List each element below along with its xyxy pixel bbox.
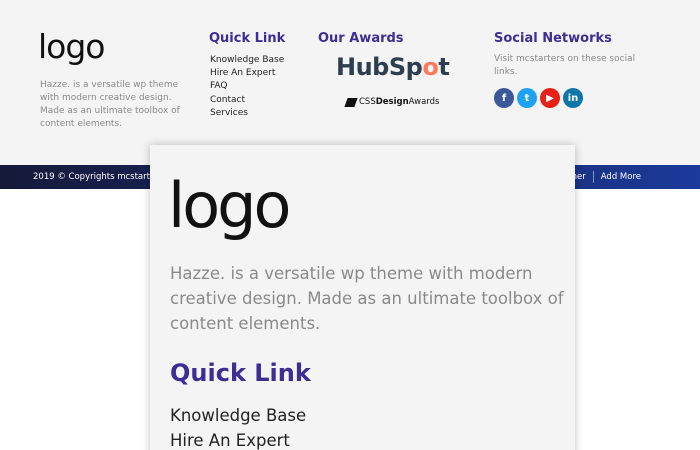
zoom-quick-link-title: Quick Link: [170, 359, 311, 387]
cssda-text-pre: CSS: [359, 97, 376, 107]
zoom-quick-link-hire-an-expert[interactable]: Hire An Expert: [170, 428, 306, 450]
zoom-about-text: Hazze. is a versatile wp theme with mode…: [170, 264, 564, 333]
quick-link-contact[interactable]: Contact: [210, 94, 284, 107]
facebook-icon[interactable]: f: [494, 88, 514, 108]
youtube-icon[interactable]: ▶: [540, 88, 560, 108]
quick-link-knowledge-base[interactable]: Knowledge Base: [210, 54, 284, 67]
add-more-link[interactable]: Add More: [592, 171, 648, 183]
quick-link-title: Quick Link: [209, 31, 286, 46]
quick-link-faq[interactable]: FAQ: [210, 80, 284, 93]
social-icons: f t ▶ in: [494, 88, 583, 108]
hubspot-logo-text-pre: HubSp: [336, 53, 423, 81]
social-networks-text: Visit mcstarters on these social links.: [494, 54, 636, 77]
footer: logo Hazze. is a versatile wp theme with…: [0, 0, 700, 165]
cssda-mark-icon: [344, 97, 358, 107]
cssda-text: CSSDesignAwards: [359, 96, 439, 108]
cssda-text-post: Awards: [408, 97, 440, 107]
zoom-quick-link-list: Knowledge Base Hire An Expert: [170, 403, 306, 450]
quick-link-hire-an-expert[interactable]: Hire An Expert: [210, 67, 284, 80]
footer-logo[interactable]: logo: [38, 30, 105, 63]
quick-link-services[interactable]: Services: [210, 107, 284, 120]
copyright-text: 2019 © Copyrights mcstarters.: [33, 172, 166, 182]
zoom-preview-panel: logo Hazze. is a versatile wp theme with…: [150, 145, 575, 450]
quick-link-list: Knowledge Base Hire An Expert FAQ Contac…: [210, 54, 284, 120]
hubspot-logo-text-post: t: [438, 53, 450, 81]
footer-about-text: Hazze. is a versatile wp theme with mode…: [40, 80, 180, 129]
awards-title: Our Awards: [318, 31, 404, 46]
zoom-quick-link-knowledge-base[interactable]: Knowledge Base: [170, 403, 306, 428]
social-networks-title: Social Networks: [494, 31, 612, 46]
linkedin-icon[interactable]: in: [563, 88, 583, 108]
hubspot-sprocket-icon: o: [422, 53, 439, 81]
cssda-text-bold: Design: [375, 97, 409, 107]
twitter-icon[interactable]: t: [517, 88, 537, 108]
css-design-awards-logo: CSSDesignAwards: [344, 96, 439, 108]
zoom-logo: logo: [168, 169, 291, 242]
hubspot-logo: HubSpot: [336, 53, 450, 81]
page: logo Hazze. is a versatile wp theme with…: [0, 0, 700, 450]
